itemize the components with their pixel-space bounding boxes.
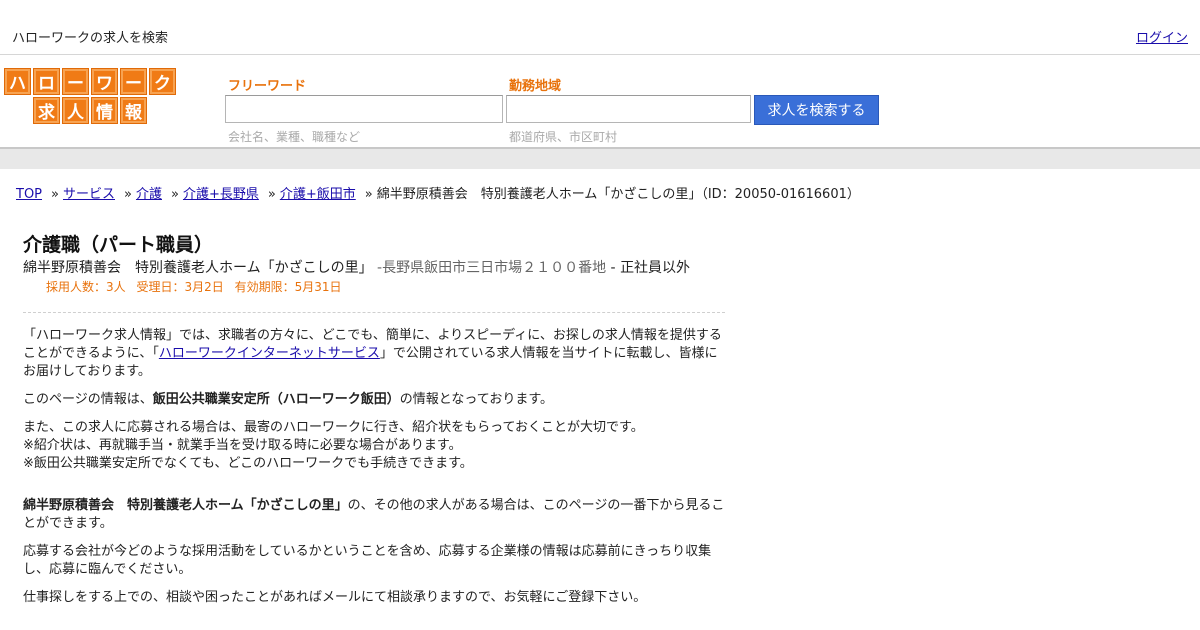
freeword-hint: 会社名、業種、職種など: [228, 130, 361, 144]
job-meta: 採用人数：3人 受理日：3月2日 有効期限：5月31日: [46, 278, 725, 296]
hellowork-internet-service-link[interactable]: ハローワークインターネットサービス: [159, 346, 380, 361]
office-name: 飯田公共職業安定所（ハローワーク飯田）: [152, 392, 400, 407]
other-jobs-paragraph: 綿半野原積善会 特別養護老人ホーム「かざこしの里」の、その他の求人がある場合は、…: [23, 498, 725, 531]
area-label: 勤務地域: [509, 79, 562, 94]
job-detail: 介護職（パート職員） 綿半野原積善会 特別養護老人ホーム「かざこしの里」 -長野…: [23, 232, 725, 617]
breadcrumb-kaigo-nagano[interactable]: 介護+長野県: [183, 187, 259, 202]
logo-tile: ク: [149, 68, 176, 95]
logo-tile: ー: [62, 68, 89, 95]
search-button[interactable]: 求人を検索する: [754, 95, 879, 125]
referral-paragraph: また、この求人に応募される場合は、最寄のハローワークに行き、紹介状をもらっておく…: [23, 420, 644, 471]
company-name-bold: 綿半野原積善会 特別養護老人ホーム「かざこしの里」: [23, 498, 348, 513]
header-band: [0, 149, 1200, 169]
logo-tile: ロ: [33, 68, 60, 95]
logo-tile: ハ: [4, 68, 31, 95]
search-header: ハ ロ ー ワ ー ク 求 人 情 報 フリーワード 会社名、業種、職種など 勤…: [0, 55, 1200, 149]
expiry-date: 有効期限：5月31日: [234, 280, 342, 294]
breadcrumb-service[interactable]: サービス: [63, 187, 115, 202]
job-subtitle: 綿半野原積善会 特別養護老人ホーム「かざこしの里」 -長野県飯田市三日市場２１０…: [23, 260, 691, 276]
freeword-input[interactable]: [225, 95, 503, 123]
breadcrumb-kaigo-iida[interactable]: 介護+飯田市: [280, 187, 356, 202]
logo-tile: 求: [33, 97, 60, 124]
office-paragraph: このページの情報は、飯田公共職業安定所（ハローワーク飯田）の情報となっております…: [23, 392, 554, 407]
hires-count: 採用人数：3人: [46, 280, 126, 294]
breadcrumb: TOP» サービス» 介護» 介護+長野県» 介護+飯田市» 綿半野原積善会 特別養護老人…: [16, 187, 860, 202]
top-bar: ハローワークの求人を検索 ログイン: [0, 0, 1200, 55]
received-date: 受理日：3月2日: [136, 280, 224, 294]
logo-tile: 情: [91, 97, 118, 124]
area-input[interactable]: [506, 95, 751, 123]
breadcrumb-top[interactable]: TOP: [16, 187, 42, 202]
logo-tile: ワ: [91, 68, 118, 95]
login-link[interactable]: ログイン: [1136, 27, 1188, 46]
area-hint: 都道府県、市区町村: [509, 130, 618, 144]
freeword-label: フリーワード: [228, 79, 307, 94]
consult-paragraph: 仕事探しをする上での、相談や困ったことがあればメールにて相談承りますので、お気軽…: [23, 590, 647, 605]
site-title: ハローワークの求人を検索: [12, 31, 169, 46]
hellowork-logo[interactable]: ハ ロ ー ワ ー ク 求 人 情 報: [4, 68, 182, 126]
logo-tile: ー: [120, 68, 147, 95]
divider: [23, 312, 725, 313]
logo-row-bottom: 求 人 情 報: [33, 97, 147, 124]
intro-paragraph: 「ハローワーク求人情報」では、求職者の方々に、どこでも、簡単に、よりスピーディに…: [23, 328, 722, 379]
company-name: 綿半野原積善会 特別養護老人ホーム「かざこしの里」: [23, 260, 373, 276]
advice-paragraph: 応募する会社が今どのような採用活動をしているかということを含め、応募する企業様の…: [23, 544, 712, 577]
breadcrumb-current: 綿半野原積善会 特別養護老人ホーム「かざこしの里」（ID：20050-01616…: [376, 187, 860, 202]
logo-row-top: ハ ロ ー ワ ー ク: [4, 68, 176, 95]
logo-tile: 人: [62, 97, 89, 124]
employment-type: 正社員以外: [620, 260, 691, 276]
job-title: 介護職（パート職員）: [23, 234, 214, 256]
breadcrumb-kaigo[interactable]: 介護: [136, 187, 162, 202]
logo-tile: 報: [120, 97, 147, 124]
job-address: 長野県飯田市三日市場２１００番地: [382, 260, 607, 276]
